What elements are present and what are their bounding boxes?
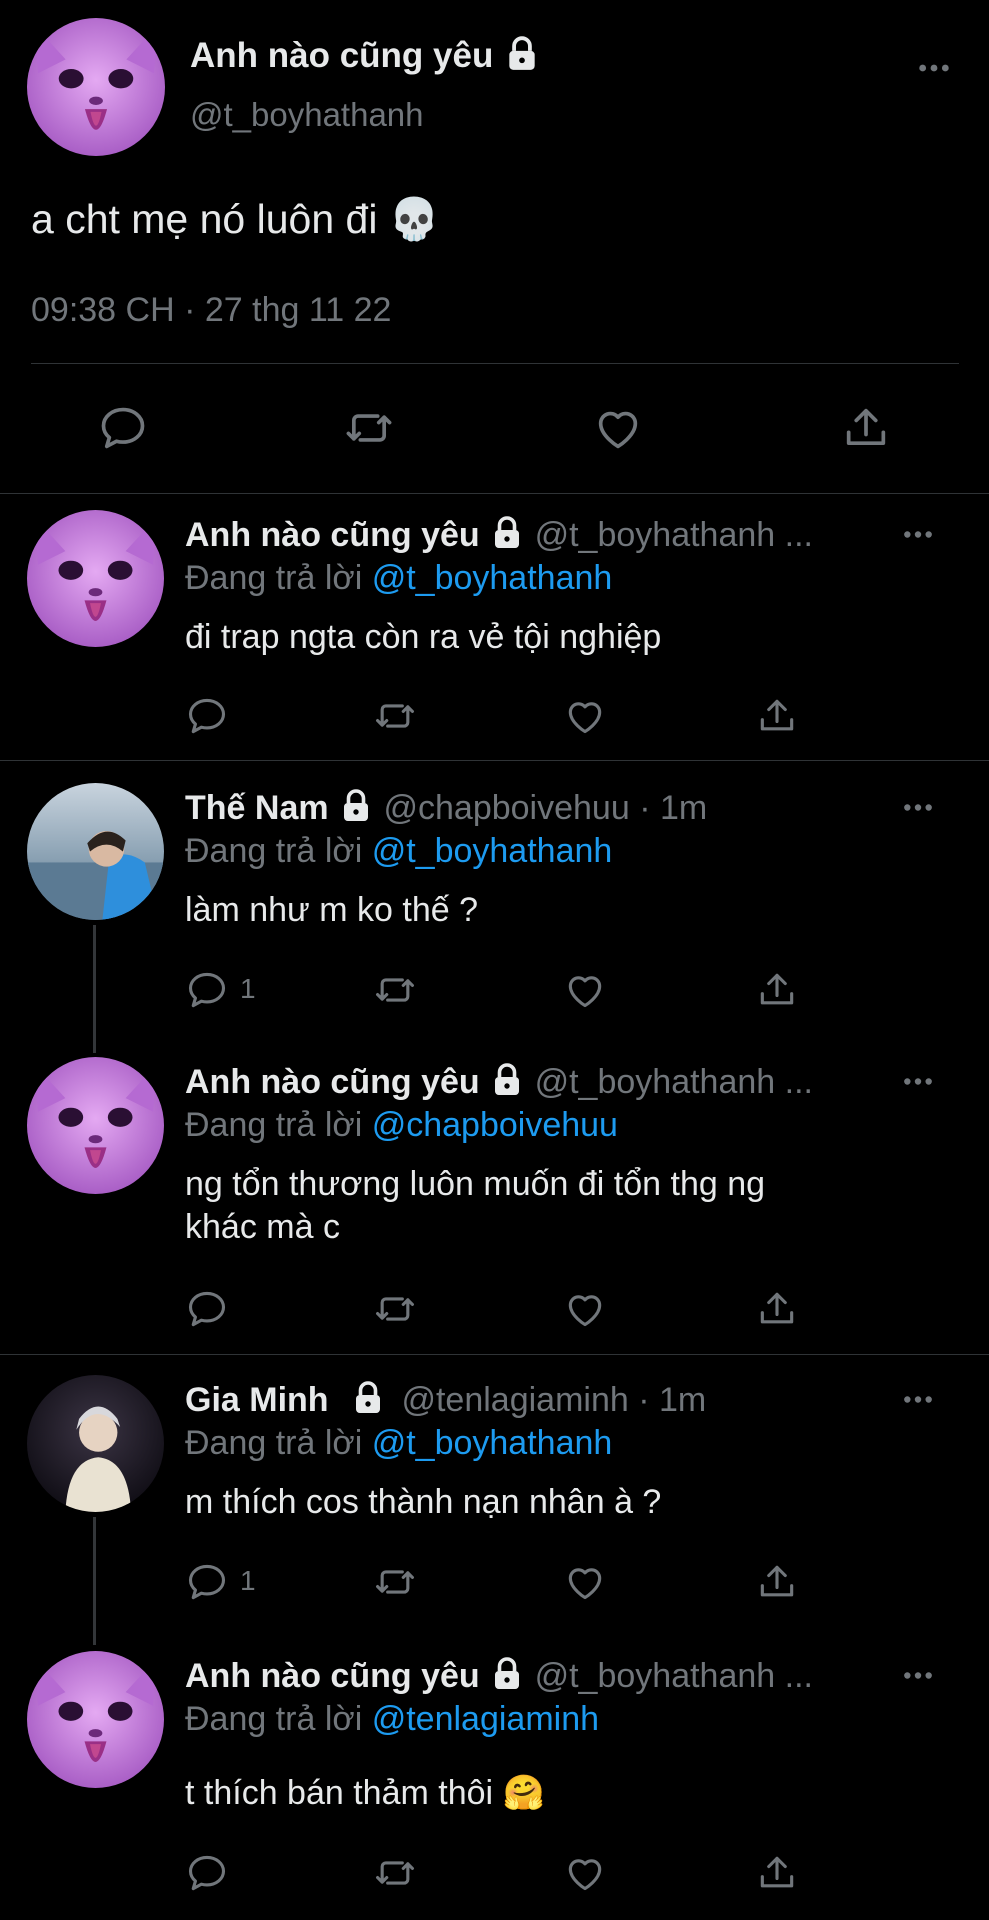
reply-handle[interactable]: @t_boyhathanh ...: [535, 1657, 813, 1695]
replying-to: Đang trả lời @chapboivehuu: [185, 1106, 618, 1144]
lock-icon: [489, 1656, 525, 1692]
reply-avatar[interactable]: [27, 1057, 164, 1194]
retweet-icon[interactable]: [372, 1851, 418, 1895]
reply-text: t thích bán thảm thôi 🤗: [185, 1774, 545, 1812]
lock-icon: [489, 1062, 525, 1098]
reply-tweet[interactable]: Anh nào cũng yêu @t_boyhathanh ... Đang …: [0, 1645, 989, 1920]
like-icon[interactable]: [592, 402, 644, 454]
main-tweet-display-name[interactable]: Anh nào cũng yêu: [190, 36, 541, 76]
main-tweet-timestamp[interactable]: 09:38 CH · 27 thg 11 22: [31, 291, 391, 330]
retweet-icon[interactable]: [372, 694, 418, 738]
like-icon[interactable]: [563, 1851, 607, 1895]
replying-to: Đang trả lời @t_boyhathanh: [185, 1424, 613, 1462]
reply-text: làm như m ko thế ?: [185, 891, 479, 929]
lock-icon: [503, 35, 541, 73]
reply-tweet[interactable]: Anh nào cũng yêu @t_boyhathanh ... Đang …: [0, 1051, 989, 1354]
reply-avatar[interactable]: [27, 510, 164, 647]
more-icon[interactable]: [902, 529, 934, 540]
main-tweet-handle[interactable]: @t_boyhathanh: [190, 96, 424, 134]
reply-avatar[interactable]: [27, 1651, 164, 1788]
reply-handle[interactable]: @chapboivehuu · 1m: [384, 789, 708, 827]
reply-avatar[interactable]: [27, 1375, 164, 1512]
replying-to: Đang trả lời @tenlagiaminh: [185, 1700, 600, 1738]
reply-header: Anh nào cũng yêu @t_boyhathanh ...: [185, 1063, 813, 1102]
reply-display-name[interactable]: Anh nào cũng yêu: [185, 1063, 480, 1101]
reply-display-name[interactable]: Anh nào cũng yêu: [185, 516, 480, 554]
reply-tweet[interactable]: Gia Minh @tenlagiaminh · 1m Đang trả lời…: [0, 1355, 989, 1645]
replying-to: Đang trả lời @t_boyhathanh: [185, 559, 613, 597]
lock-icon: [489, 515, 525, 551]
replying-to-link[interactable]: @t_boyhathanh: [372, 559, 613, 597]
replying-to-link[interactable]: @t_boyhathanh: [372, 832, 613, 870]
reply-text: đi trap ngta còn ra vẻ tội nghiệp: [185, 618, 662, 656]
more-icon[interactable]: [917, 62, 951, 74]
more-icon[interactable]: [902, 802, 934, 813]
reply-text-line1: ng tổn thương luôn muốn đi tổn thg ng: [185, 1165, 766, 1203]
reply-avatar[interactable]: [27, 783, 164, 920]
reply-icon[interactable]: [185, 1560, 229, 1604]
more-icon[interactable]: [902, 1670, 934, 1681]
main-tweet-text: a cht mẹ nó luôn đi 💀: [31, 196, 440, 242]
like-icon[interactable]: [563, 1560, 607, 1604]
replying-to: Đang trả lời @t_boyhathanh: [185, 832, 613, 870]
reply-icon[interactable]: [97, 402, 149, 454]
reply-count: 1: [240, 973, 256, 1004]
reply-icon[interactable]: [185, 968, 229, 1012]
more-icon[interactable]: [902, 1076, 934, 1087]
reply-header: Thế Nam @chapboivehuu · 1m: [185, 789, 707, 828]
reply-display-name[interactable]: Anh nào cũng yêu: [185, 1657, 480, 1695]
main-tweet-avatar[interactable]: [27, 18, 165, 156]
reply-header: Anh nào cũng yêu @t_boyhathanh ...: [185, 1657, 813, 1696]
like-icon[interactable]: [563, 968, 607, 1012]
reply-icon[interactable]: [185, 1287, 229, 1331]
like-icon[interactable]: [563, 694, 607, 738]
replying-to-link[interactable]: @chapboivehuu: [372, 1106, 618, 1144]
reply-header: Gia Minh @tenlagiaminh · 1m: [185, 1381, 706, 1420]
reply-display-name[interactable]: Thế Nam: [185, 789, 329, 827]
share-icon[interactable]: [755, 694, 799, 738]
reply-icon[interactable]: [185, 1851, 229, 1895]
replying-to-link[interactable]: @t_boyhathanh: [372, 1424, 613, 1462]
like-icon[interactable]: [563, 1287, 607, 1331]
retweet-icon[interactable]: [372, 1287, 418, 1331]
reply-count: 1: [240, 1565, 256, 1596]
retweet-icon[interactable]: [372, 1560, 418, 1604]
reply-tweet[interactable]: Thế Nam @chapboivehuu · 1m Đang trả lời …: [0, 761, 989, 1051]
reply-icon[interactable]: [185, 694, 229, 738]
more-icon[interactable]: [902, 1394, 934, 1405]
reply-handle[interactable]: @tenlagiaminh · 1m: [401, 1381, 706, 1419]
share-icon[interactable]: [755, 1287, 799, 1331]
reply-text-line2: khác mà c: [185, 1208, 340, 1246]
share-icon[interactable]: [755, 968, 799, 1012]
reply-tweet[interactable]: Anh nào cũng yêu @t_boyhathanh ... Đang …: [0, 494, 989, 760]
share-icon[interactable]: [840, 402, 892, 454]
share-icon[interactable]: [755, 1851, 799, 1895]
reply-header: Anh nào cũng yêu @t_boyhathanh ...: [185, 516, 813, 555]
replying-to-link[interactable]: @tenlagiaminh: [372, 1700, 599, 1738]
reply-handle[interactable]: @t_boyhathanh ...: [535, 516, 813, 554]
retweet-icon[interactable]: [342, 402, 396, 454]
lock-icon: [350, 1380, 386, 1416]
lock-icon: [338, 788, 374, 824]
reply-handle[interactable]: @t_boyhathanh ...: [535, 1063, 813, 1101]
reply-text: m thích cos thành nạn nhân à ?: [185, 1483, 662, 1521]
share-icon[interactable]: [755, 1560, 799, 1604]
reply-display-name[interactable]: Gia Minh: [185, 1381, 329, 1419]
main-tweet-divider: [31, 363, 959, 364]
retweet-icon[interactable]: [372, 968, 418, 1012]
